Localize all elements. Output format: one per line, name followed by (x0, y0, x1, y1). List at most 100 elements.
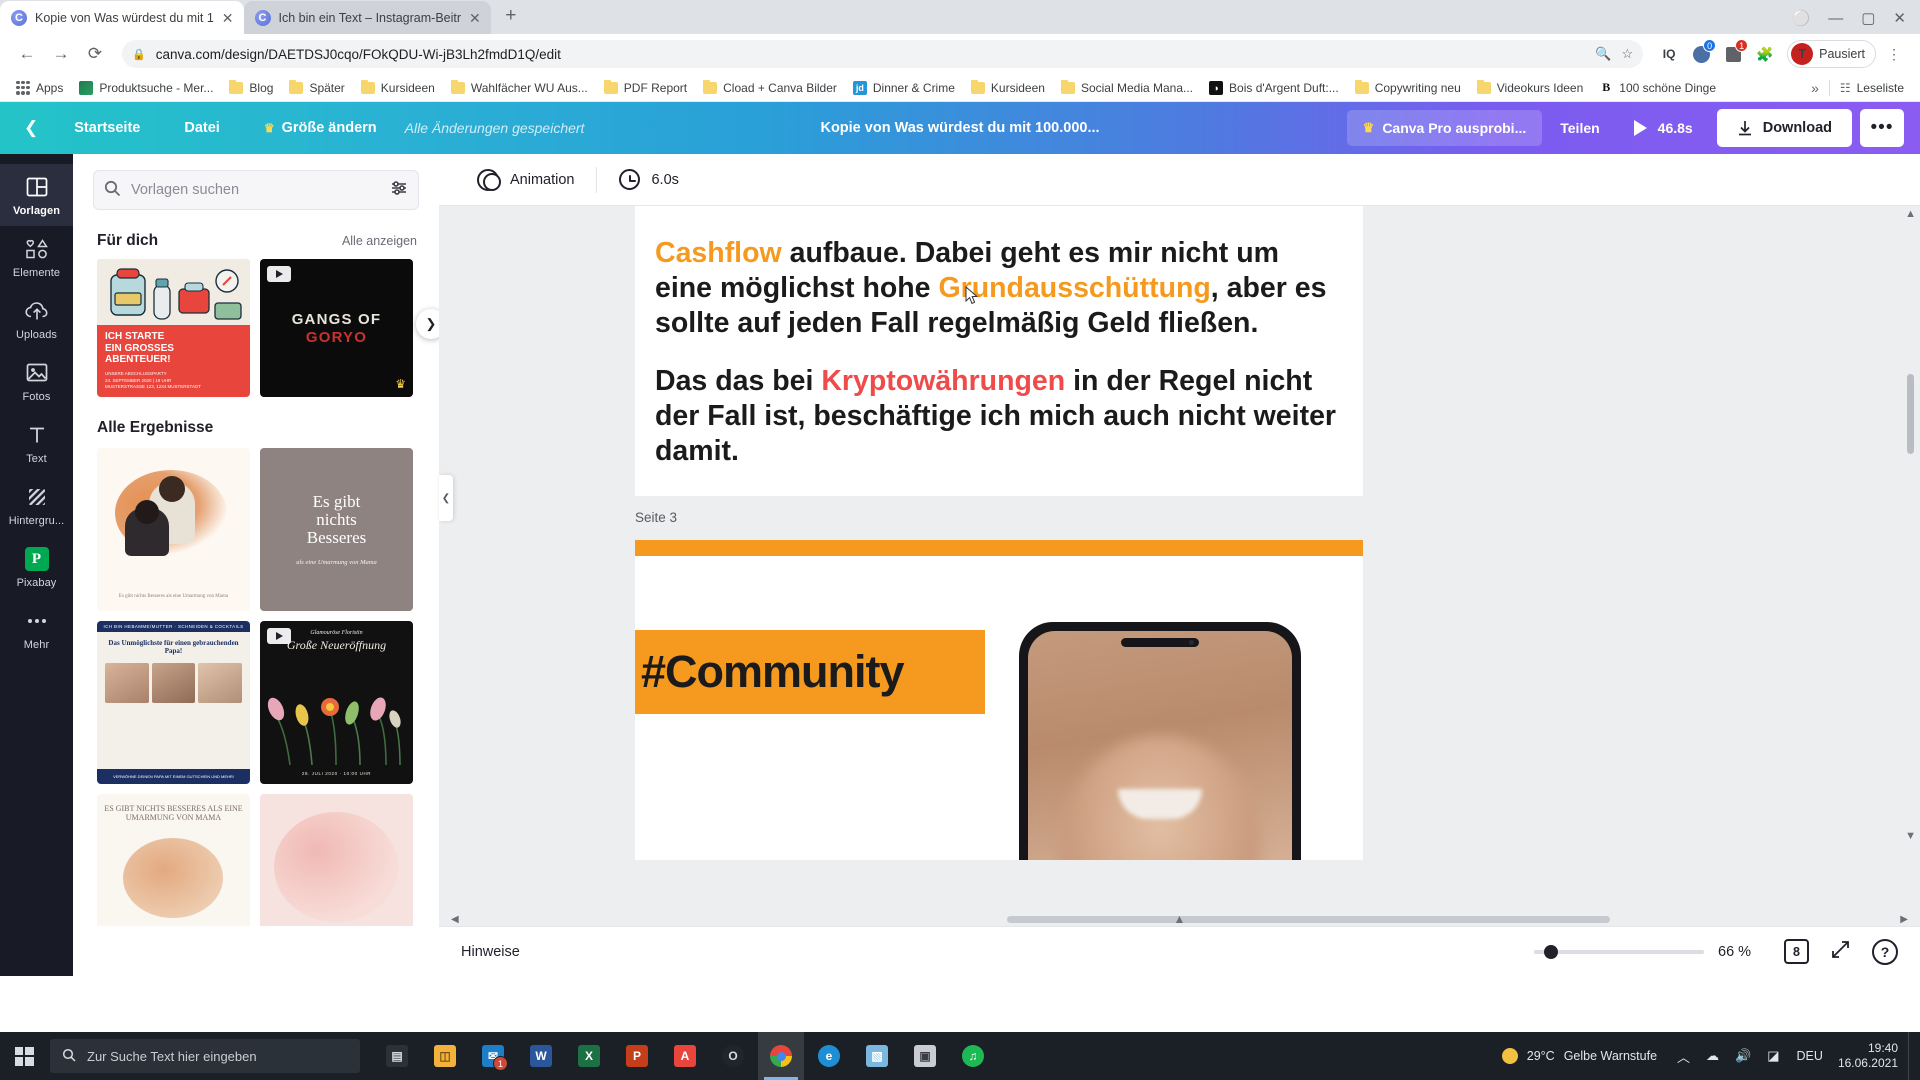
reload-button[interactable]: ⟳ (80, 39, 110, 69)
template-card-umarmung-mama[interactable]: Es gibt nichts Besseres als eine Umarmun… (97, 448, 250, 611)
fullscreen-icon[interactable] (1831, 940, 1850, 964)
collapse-notes-chevron-icon[interactable]: ▲ (1174, 912, 1186, 926)
bookmark-bois-dargent[interactable]: ◑ Bois d'Argent Duft:... (1203, 78, 1345, 98)
bookmark-videokurs-ideen[interactable]: Videokurs Ideen (1471, 78, 1590, 98)
edge-icon[interactable]: e (806, 1032, 852, 1080)
search-input[interactable] (131, 182, 380, 198)
present-button[interactable]: 46.8s (1618, 110, 1709, 146)
sidebar-item-uploads[interactable]: Uploads (0, 288, 73, 350)
scroll-left-arrow-icon[interactable]: ◀ (447, 914, 463, 925)
sidebar-item-fotos[interactable]: Fotos (0, 350, 73, 412)
browser-tab-0[interactable]: C Kopie von Was würdest du mit 1 ✕ (0, 1, 244, 34)
scroll-up-arrow-icon[interactable]: ▲ (1905, 208, 1916, 220)
bookmark-100-schoene-dinge[interactable]: B 100 schöne Dinge (1593, 78, 1722, 98)
template-card-adventure[interactable]: ICH STARTE EIN GROSSES ABENTEUER! UNSERE A… (97, 259, 250, 397)
phone-mockup[interactable] (1019, 622, 1301, 860)
bookmark-dinner-crime[interactable]: jd Dinner & Crime (847, 78, 961, 98)
printer-icon[interactable]: ▣ (902, 1032, 948, 1080)
canvas-vertical-scrollbar[interactable] (1907, 216, 1914, 850)
download-button[interactable]: Download (1716, 109, 1852, 147)
photos-icon[interactable]: ▧ (854, 1032, 900, 1080)
show-desktop-button[interactable] (1908, 1032, 1914, 1080)
sidebar-item-hintergrund[interactable]: Hintergru... (0, 474, 73, 536)
share-button[interactable]: Teilen (1542, 110, 1617, 146)
bookmark-pdf-report[interactable]: PDF Report (598, 78, 693, 98)
sidebar-item-mehr[interactable]: Mehr (0, 598, 73, 660)
template-card-es-gibt-nichts-besseres-2[interactable]: ES GIBT NICHTS BESSERES ALS EINE UMARMUN… (97, 794, 250, 926)
language-indicator[interactable]: DEU (1788, 1049, 1832, 1063)
profile-button[interactable]: T Pausiert (1787, 40, 1876, 68)
sidebar-item-elemente[interactable]: Elemente (0, 226, 73, 288)
bookmark-social-media-mana[interactable]: Social Media Mana... (1055, 78, 1199, 98)
community-text-block[interactable]: #Community (635, 630, 985, 714)
canvas-page-2[interactable]: Cashflow aufbaue. Dabei geht es mir nich… (635, 206, 1363, 496)
address-bar[interactable]: 🔒 canva.com/design/DAETDSJ0cqo/FOkQDU-Wi… (122, 40, 1644, 68)
volume-icon[interactable]: 🔊 (1727, 1048, 1759, 1064)
bookmark-kursideen-2[interactable]: Kursideen (965, 78, 1051, 98)
zoom-control[interactable]: 66 % (1534, 944, 1762, 960)
taskbar-clock[interactable]: 19:40 16.06.2021 (1832, 1041, 1908, 1071)
bookmark-kursideen-1[interactable]: Kursideen (355, 78, 441, 98)
bookmark-cload-canva-bilder[interactable]: Cload + Canva Bilder (697, 78, 843, 98)
bookmarks-overflow-button[interactable]: » (1811, 80, 1819, 96)
bookmark-wahlfaecher[interactable]: Wahlfächer WU Aus... (445, 78, 594, 98)
canvas-page-3[interactable]: #Community (635, 540, 1363, 860)
notes-extension-icon[interactable]: 1 (1719, 39, 1749, 68)
help-icon[interactable]: ? (1872, 938, 1898, 965)
puzzle-extensions-icon[interactable]: 🧩 (1751, 40, 1779, 68)
section-show-all-link[interactable]: Alle anzeigen (342, 234, 417, 248)
weather-widget[interactable]: 29°C Gelbe Warnstufe (1490, 1048, 1669, 1064)
duration-button[interactable]: 6.0s (601, 169, 696, 190)
bookmark-spaeter[interactable]: Später (283, 78, 350, 98)
header-item-startseite[interactable]: Startseite (52, 120, 162, 136)
canvas-scroll-area[interactable]: Cashflow aufbaue. Dabei geht es mir nich… (439, 206, 1920, 860)
sidebar-item-vorlagen[interactable]: Vorlagen (0, 164, 73, 226)
bookmark-blog[interactable]: Blog (223, 78, 279, 98)
minimize-button[interactable]: — (1828, 10, 1843, 27)
scroll-right-arrow-icon[interactable]: ▶ (1896, 914, 1912, 925)
adobe-icon[interactable]: A (662, 1032, 708, 1080)
tab-close-icon[interactable]: ✕ (469, 11, 481, 25)
new-tab-button[interactable]: + (497, 3, 525, 31)
bookmark-produktsuche[interactable]: Produktsuche - Mer... (73, 78, 219, 98)
more-options-button[interactable]: ••• (1860, 109, 1904, 147)
forward-button[interactable]: → (46, 39, 76, 69)
canva-pro-trial-button[interactable]: ♛ Canva Pro ausprobi... (1346, 110, 1543, 146)
filter-sliders-icon[interactable] (390, 179, 408, 201)
tray-overflow-icon[interactable]: ︿ (1669, 1047, 1698, 1066)
network-icon[interactable]: ◪ (1759, 1048, 1787, 1064)
window-extra-icon[interactable]: ⚪ (1792, 9, 1811, 27)
file-explorer-icon[interactable]: ◫ (422, 1032, 468, 1080)
excel-icon[interactable]: X (566, 1032, 612, 1080)
template-card-gangs-of-goryo[interactable]: GANGS OF GORYO ♛ (260, 259, 413, 397)
pages-grid-icon[interactable]: 8 (1784, 939, 1809, 964)
tab-close-icon[interactable]: ✕ (222, 11, 234, 25)
back-button[interactable]: ← (12, 39, 42, 69)
task-view-icon[interactable]: ▤ (374, 1032, 420, 1080)
taskbar-search-box[interactable]: Zur Suche Text hier eingeben (50, 1039, 360, 1073)
sidebar-item-pixabay[interactable]: P Pixabay (0, 536, 73, 598)
bookmark-copywriting-neu[interactable]: Copywriting neu (1349, 78, 1467, 98)
star-bookmark-icon[interactable]: ☆ (1621, 46, 1633, 62)
notes-button[interactable]: Hinweise (461, 944, 520, 960)
mail-icon[interactable]: ✉ 1 (470, 1032, 516, 1080)
template-card-schneiden-cocktails[interactable]: ICH BIN HEBAMME/MUTTER · SCHNEIDEN & COC… (97, 621, 250, 784)
template-card-grosse-neueroeffnung[interactable]: Glamouröse Floristin Große Neueröffnung (260, 621, 413, 784)
profile-extension-icon[interactable]: 0 (1687, 39, 1717, 68)
bookmark-apps[interactable]: Apps (10, 78, 69, 98)
template-card-rosa-aquarell[interactable] (260, 794, 413, 926)
browser-menu-icon[interactable]: ⋮ (1880, 40, 1908, 68)
template-search-box[interactable] (93, 170, 419, 210)
collapse-panel-button[interactable]: ❮ (439, 475, 453, 521)
hscroll-thumb[interactable] (1007, 915, 1610, 923)
zoom-slider-knob[interactable] (1544, 944, 1558, 959)
animation-button[interactable]: Animation (459, 168, 592, 191)
close-window-button[interactable]: ✕ (1893, 9, 1906, 27)
chrome-icon[interactable] (758, 1032, 804, 1080)
zoom-slider[interactable] (1534, 944, 1704, 959)
header-item-groesse-aendern[interactable]: ♛ Größe ändern (242, 120, 399, 136)
word-icon[interactable]: W (518, 1032, 564, 1080)
windows-start-icon[interactable] (0, 1032, 48, 1080)
template-card-es-gibt-nichts-besseres[interactable]: Es gibt nichts Besseres als eine Umarmung … (260, 448, 413, 611)
reading-list-button[interactable]: ☷ Leseliste (1840, 81, 1904, 95)
